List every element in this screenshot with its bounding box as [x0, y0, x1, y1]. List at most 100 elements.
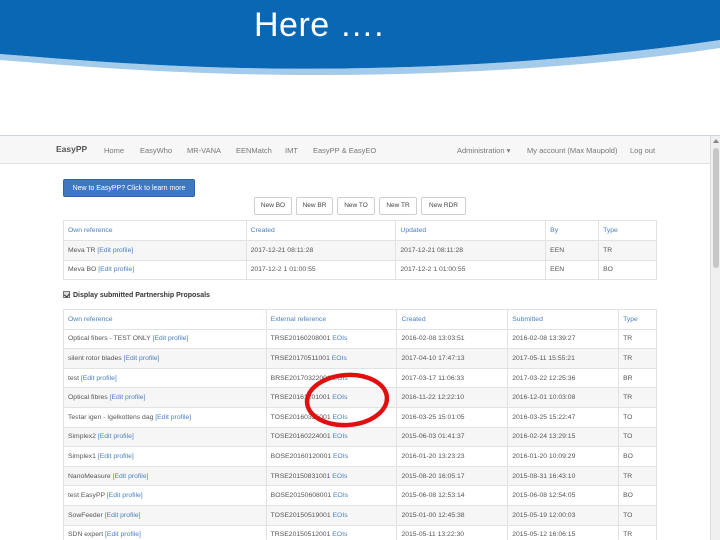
nav-eenmatch[interactable]: EENMatch: [236, 146, 272, 155]
col-updated[interactable]: Updated: [395, 220, 547, 241]
nav-my-account[interactable]: My account (Max Maupold): [527, 146, 617, 155]
nav-home[interactable]: Home: [104, 146, 124, 155]
brand-link[interactable]: EasyPP: [56, 144, 87, 154]
table-row: Simplex2 [Edit profile] TOSE20160224001 E…: [63, 426, 657, 448]
eois-link[interactable]: EOIs: [333, 512, 348, 519]
nav-logout[interactable]: Log out: [630, 146, 655, 155]
created-cell: 2016-11-22 12:22:10: [396, 387, 509, 408]
learn-more-button[interactable]: New to EasyPP? Click to learn more: [63, 179, 195, 197]
type-cell: BO: [618, 446, 657, 467]
table-row: Testar igen - Igelkottens dag [Edit prof…: [63, 406, 657, 428]
col-by[interactable]: By: [545, 220, 600, 241]
nav-mr-vana[interactable]: MR-VANA: [187, 146, 221, 155]
col-own-reference[interactable]: Own reference: [63, 309, 267, 330]
created-cell: 2017-12-21 08:11:28: [245, 240, 397, 261]
display-submitted-toggle[interactable]: Display submitted Partnership Proposals: [63, 291, 210, 299]
nav-easypp-easyeo[interactable]: EasyPP & EasyEO: [313, 146, 376, 155]
own-reference: Optical fibres: [68, 394, 108, 402]
eois-link[interactable]: EOIs: [333, 375, 348, 382]
type-cell: TR: [618, 524, 657, 540]
created-cell: 2015-06-08 12:53:14: [396, 485, 509, 506]
eois-link[interactable]: EOIs: [332, 355, 347, 362]
created-cell: 2015-01-00 12:45:38: [396, 504, 509, 526]
own-reference: silent rotor blades: [68, 354, 122, 362]
edit-profile-link[interactable]: [Edit profile]: [98, 266, 134, 273]
eois-link[interactable]: EOIs: [333, 453, 348, 460]
eois-link[interactable]: EOIs: [332, 394, 347, 401]
table-row: Optical fibres [Edit profile] TRSE2016120…: [63, 387, 657, 408]
external-reference: TOSE20150519001: [270, 511, 331, 519]
edit-profile-link[interactable]: [Edit profile]: [105, 531, 141, 538]
external-reference: TRSE20170511001: [270, 354, 330, 362]
type-cell: TO: [618, 426, 657, 448]
col-type[interactable]: Type: [598, 220, 657, 241]
eois-link[interactable]: EOIs: [333, 414, 348, 421]
vertical-scrollbar[interactable]: [710, 136, 720, 540]
submitted-cell: 2017-05-11 15:55:21: [507, 348, 620, 369]
eois-link[interactable]: EOIs: [332, 473, 347, 480]
edit-profile-link[interactable]: [Edit profile]: [124, 355, 160, 362]
nav-imt[interactable]: IMT: [285, 146, 298, 155]
new-rdr-button[interactable]: New RDR: [421, 197, 466, 215]
type-cell: TO: [618, 504, 657, 526]
updated-cell: 2017-12-2 1 01:00:55: [395, 259, 547, 281]
created-cell: 2017-03-17 11:06:33: [396, 367, 509, 389]
own-reference: test EasyPP: [68, 492, 105, 500]
table-header-row: Own reference Created Updated By Type: [63, 220, 657, 241]
created-cell: 2015-06-03 01:41:37: [396, 426, 509, 448]
by-cell: EEN: [545, 240, 600, 261]
external-reference: TRSE20150831001: [270, 472, 331, 480]
edit-profile-link[interactable]: [Edit profile]: [81, 375, 117, 382]
edit-profile-link[interactable]: [Edit profile]: [105, 512, 141, 519]
own-reference: NanoMeasure: [68, 472, 111, 480]
edit-profile-link[interactable]: [Edit profile]: [97, 247, 133, 254]
scroll-up-arrow-icon[interactable]: [713, 139, 719, 143]
submitted-cell: 2015-08-31 16:43:10: [507, 465, 620, 487]
external-reference: BRSE20170322001: [270, 374, 331, 382]
own-reference: Meva BO: [68, 266, 97, 274]
col-own-reference[interactable]: Own reference: [63, 220, 247, 241]
display-submitted-label: Display submitted Partnership Proposals: [73, 292, 210, 299]
submitted-cell: 2017-03-22 12:25:36: [507, 367, 620, 389]
table-header-row: Own reference External reference Created…: [63, 309, 657, 330]
own-reference: Simplex2: [68, 433, 96, 441]
edit-profile-link[interactable]: [Edit profile]: [107, 492, 143, 499]
new-br-button[interactable]: New BR: [296, 197, 333, 215]
own-reference: Simplex1: [68, 452, 96, 460]
edit-profile-link[interactable]: [Edit profile]: [153, 335, 189, 342]
col-type[interactable]: Type: [618, 309, 657, 330]
edit-profile-link[interactable]: [Edit profile]: [110, 394, 146, 401]
submitted-cell: 2015-05-19 12:00:03: [507, 504, 620, 526]
eois-link[interactable]: EOIs: [332, 335, 347, 342]
edit-profile-link[interactable]: [Edit profile]: [98, 433, 134, 440]
external-reference: TOSE20160224001: [270, 433, 331, 441]
edit-profile-link[interactable]: [Edit profile]: [98, 453, 134, 460]
eois-link[interactable]: EOIs: [333, 433, 348, 440]
created-cell: 2017-04-10 17:47:13: [396, 348, 509, 369]
new-to-button[interactable]: New TO: [337, 197, 375, 215]
new-bo-button[interactable]: New BO: [254, 197, 292, 215]
nav-easywho[interactable]: EasyWho: [140, 146, 172, 155]
table-row: silent rotor blades [Edit profile] TRSE20…: [63, 348, 657, 369]
edit-profile-link[interactable]: [Edit profile]: [113, 473, 149, 480]
external-reference: TRSE20150512001: [270, 531, 331, 539]
updated-cell: 2017-12-21 08:11:28: [395, 240, 547, 261]
scrollbar-thumb[interactable]: [713, 148, 719, 268]
col-external-reference[interactable]: External reference: [265, 309, 398, 330]
own-reference: test: [68, 374, 79, 382]
proposals-body: Optical fibers - TEST ONLY [Edit profile…: [63, 328, 657, 540]
edit-profile-link[interactable]: [Edit profile]: [155, 414, 191, 421]
table-row: test EasyPP [Edit profile] BOSE2015060800…: [63, 485, 657, 506]
eois-link[interactable]: EOIs: [333, 492, 348, 499]
col-submitted[interactable]: Submitted: [507, 309, 620, 330]
table-row: Meva TR [Edit profile] 2017-12-21 08:11:…: [63, 240, 657, 261]
checkbox-checked-icon[interactable]: [63, 291, 70, 298]
new-tr-button[interactable]: New TR: [379, 197, 417, 215]
submitted-cell: 2015-05-12 16:06:15: [507, 524, 620, 540]
nav-administration-dropdown[interactable]: Administration ▾: [457, 146, 510, 155]
submitted-cell: 2015-06-08 12:54:05: [507, 485, 620, 506]
eois-link[interactable]: EOIs: [332, 531, 347, 538]
col-created[interactable]: Created: [396, 309, 509, 330]
submitted-cell: 2016-12-01 10:03:08: [507, 387, 620, 408]
col-created[interactable]: Created: [245, 220, 397, 241]
